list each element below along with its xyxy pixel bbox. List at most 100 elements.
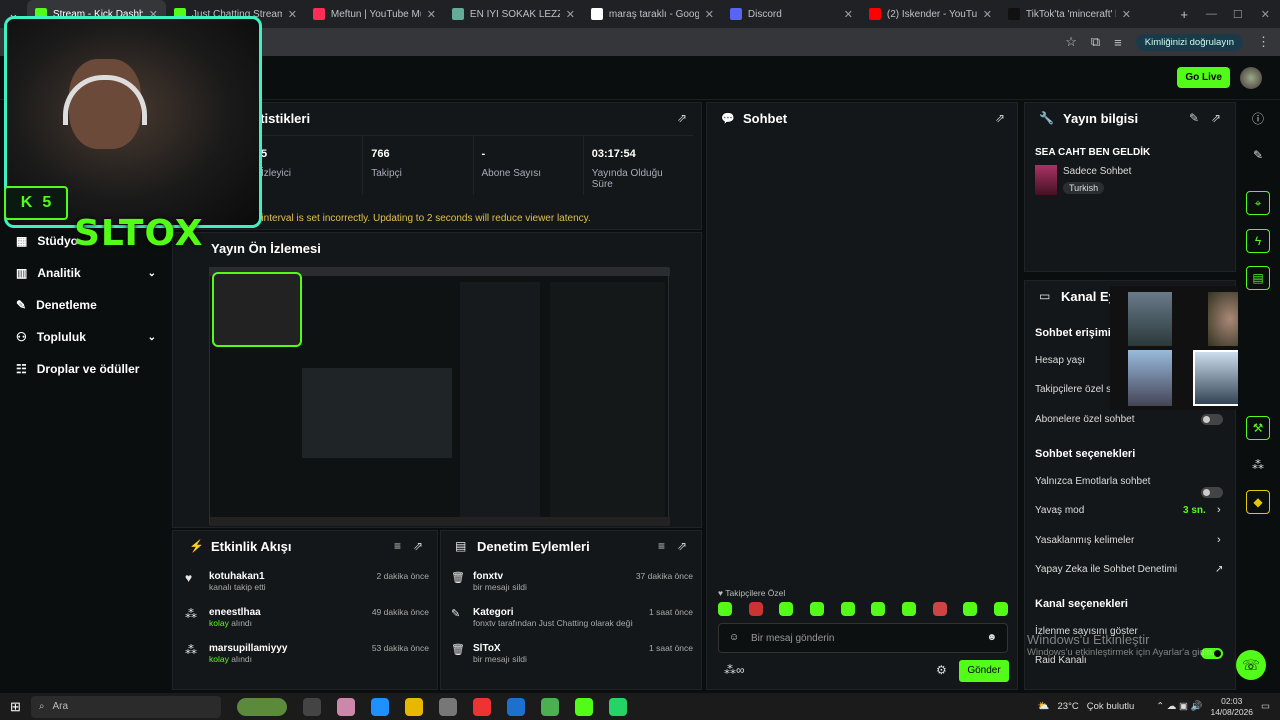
taskbar-app-icon[interactable] xyxy=(506,697,525,716)
filter-icon[interactable]: ≡ xyxy=(658,539,665,553)
notifications-icon[interactable]: ▭ xyxy=(1261,701,1270,712)
clock[interactable]: 02:03 14/08/2026 xyxy=(1210,696,1253,718)
popout-icon[interactable]: ⇗ xyxy=(1211,111,1221,125)
emote-icon[interactable] xyxy=(779,602,794,616)
edit-pencil-icon[interactable]: ✎ xyxy=(1189,111,1199,125)
avatar[interactable] xyxy=(1240,67,1262,89)
activity-item[interactable]: ⁂ eneestlhaa kolay alındı 49 dakika önce xyxy=(185,607,429,643)
extensions-icon[interactable]: ⧉ xyxy=(1091,34,1100,50)
taskbar-app-icon[interactable] xyxy=(336,697,355,716)
tab-close-icon[interactable]: ✕ xyxy=(844,8,853,21)
taskbar-app-icon[interactable] xyxy=(438,697,457,716)
taskbar-search[interactable]: ⌕ Ara xyxy=(30,695,221,718)
chevron-right-icon[interactable]: › xyxy=(1217,534,1221,546)
chat-messages[interactable]: 14marsupillamiyyy: ANIL PUAHAJAJAJSNXBXÖ… xyxy=(712,130,1012,580)
sidebar-item-2[interactable]: ✎ Denetleme xyxy=(16,298,156,312)
taskbar-app-icon[interactable] xyxy=(608,697,627,716)
popout-icon[interactable]: ⇗ xyxy=(677,539,687,553)
lightning-icon[interactable]: ϟ xyxy=(1246,229,1270,253)
menu-icon[interactable]: ⋮ xyxy=(1257,34,1270,50)
scan-icon[interactable]: ⌖ xyxy=(1246,191,1270,215)
emote-icon[interactable] xyxy=(748,602,763,616)
chevron-down-icon[interactable]: ⌄ xyxy=(148,332,156,343)
chevron-down-icon[interactable]: ⌄ xyxy=(148,268,156,279)
slow-mode-label[interactable]: Yavaş mod xyxy=(1035,505,1084,516)
popout-icon[interactable]: ⇗ xyxy=(995,111,1005,125)
ai-moderation-label[interactable]: Yapay Zeka ile Sohbet Denetimi xyxy=(1035,564,1177,575)
emote-icon[interactable] xyxy=(963,602,978,616)
wrench-icon[interactable]: ⚒ xyxy=(1246,416,1270,440)
emote-icon[interactable] xyxy=(993,602,1008,616)
moderation-item[interactable]: 🗑 fonxtv bir mesajı sildi 37 dakika önce xyxy=(451,571,693,607)
browser-tab[interactable]: (2) İskender - YouTube ✕ xyxy=(861,0,1000,28)
moderation-actor[interactable]: Kategori xyxy=(473,607,633,618)
browser-tab[interactable]: TikTok'ta 'minceraft' bul ✕ xyxy=(1000,0,1139,28)
settings-gear-icon[interactable]: ⚙ xyxy=(936,663,947,677)
popout-icon[interactable]: ⇗ xyxy=(677,111,687,125)
emoji-icon[interactable]: ☻ xyxy=(986,632,997,643)
emote-icon[interactable] xyxy=(718,602,732,616)
moderation-actor[interactable]: SlToX xyxy=(473,643,527,654)
help-chat-icon[interactable]: ☏ xyxy=(1236,650,1266,680)
emote-picker-icon[interactable]: ☺ xyxy=(729,632,739,643)
banned-words-label[interactable]: Yasaklanmış kelimeler xyxy=(1035,535,1134,546)
activity-user[interactable]: eneestlhaa xyxy=(209,607,261,618)
document-icon[interactable]: ▤ xyxy=(1246,266,1270,290)
send-button[interactable]: Gönder xyxy=(959,660,1009,682)
taskbar-app-icon[interactable] xyxy=(472,697,491,716)
activity-user[interactable]: marsupillamiyyy xyxy=(209,643,287,654)
new-tab-icon[interactable]: + xyxy=(1170,7,1198,22)
moderation-actor[interactable]: fonxtv xyxy=(473,571,527,582)
emote-icon[interactable] xyxy=(809,602,824,616)
chevron-right-icon[interactable]: › xyxy=(1217,504,1221,516)
tab-close-icon[interactable]: ✕ xyxy=(983,8,992,21)
activity-user[interactable]: kotuhakan1 xyxy=(209,571,266,582)
account-age-label[interactable]: Hesap yaşı xyxy=(1035,355,1085,366)
star-icon[interactable]: ☆ xyxy=(1065,34,1077,50)
taskbar-app-icon[interactable] xyxy=(236,697,287,716)
close-window-icon[interactable]: ✕ xyxy=(1251,8,1280,21)
moderation-item[interactable]: ✎ Kategori fonxtv tarafından Just Chatting… xyxy=(451,607,693,643)
subs-chat-toggle[interactable] xyxy=(1201,414,1223,425)
popout-icon[interactable]: ⇗ xyxy=(413,539,423,553)
taskbar-app-icon[interactable] xyxy=(370,697,389,716)
taskbar-app-icon[interactable] xyxy=(302,697,321,716)
external-link-icon[interactable]: ↗ xyxy=(1215,564,1223,575)
edit-pencil-icon[interactable]: ✎ xyxy=(1246,143,1270,167)
tab-close-icon[interactable]: ✕ xyxy=(705,8,714,21)
sidebar-item-4[interactable]: ☷ Droplar ve ödüller xyxy=(16,362,156,376)
tab-close-icon[interactable]: ✕ xyxy=(566,8,575,21)
emote-icon[interactable] xyxy=(901,602,916,616)
emote-icon[interactable] xyxy=(932,602,947,616)
taskbar-app-icon[interactable] xyxy=(540,697,559,716)
tab-close-icon[interactable]: ✕ xyxy=(427,8,436,21)
info-icon[interactable]: ⓘ xyxy=(1246,106,1270,130)
browser-tab[interactable]: Meftun | YouTube Mu ✕ xyxy=(305,0,444,28)
media-icon[interactable]: ≡ xyxy=(1114,35,1122,50)
activity-item[interactable]: ♥ kotuhakan1 kanalı takip etti 2 dakika önc… xyxy=(185,571,429,607)
tab-close-icon[interactable]: ✕ xyxy=(288,8,297,21)
minimize-icon[interactable]: — xyxy=(1198,8,1225,20)
browser-tab[interactable]: maraş taraklı - Google'da ✕ xyxy=(583,0,722,28)
users-icon[interactable]: ⁂ xyxy=(1246,453,1270,477)
emote-icon[interactable] xyxy=(840,602,855,616)
tab-close-icon[interactable]: ✕ xyxy=(1122,8,1131,21)
verify-identity-button[interactable]: Kimliğinizi doğrulayın xyxy=(1135,33,1243,51)
browser-tab[interactable]: EN İYİ SOKAK LEZZETLER ✕ xyxy=(444,0,583,28)
windows-start-icon[interactable]: ⊞ xyxy=(10,699,21,715)
filter-icon[interactable]: ≡ xyxy=(394,539,401,553)
followers-chat-label[interactable]: Takipçilere özel s xyxy=(1035,384,1111,395)
sidebar-item-3[interactable]: ⚇ Topluluk ⌄ xyxy=(16,330,156,344)
sidebar-item-1[interactable]: ▥ Analitik ⌄ xyxy=(16,266,156,280)
emote-icon[interactable] xyxy=(871,602,886,616)
tray-icons[interactable]: ⌃ ☁ ▣ 🔊 xyxy=(1156,701,1202,712)
taskbar-app-icon[interactable] xyxy=(574,697,593,716)
chat-input[interactable]: ☺ Bir mesaj gönderin ☻ xyxy=(718,623,1008,653)
maximize-icon[interactable]: ☐ xyxy=(1225,8,1251,21)
taskbar-app-icon[interactable] xyxy=(404,697,423,716)
points-icon[interactable]: ⁂∞ xyxy=(724,663,745,677)
slow-mode-value[interactable]: 3 sn. xyxy=(1183,505,1206,516)
browser-tab[interactable]: Discord ✕ xyxy=(722,0,861,28)
activity-item[interactable]: ⁂ marsupillamiyyy kolay alındı 53 dakika ön… xyxy=(185,643,429,679)
emote-only-toggle[interactable] xyxy=(1201,487,1223,498)
